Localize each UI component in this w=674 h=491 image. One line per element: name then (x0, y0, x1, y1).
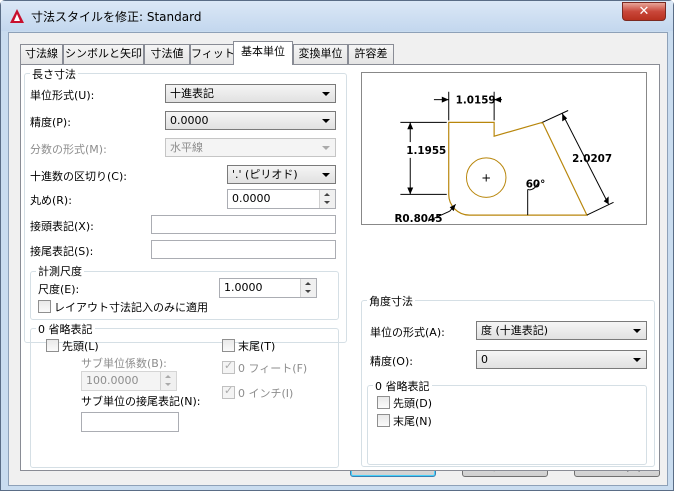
scale-factor-label: 尺度(E): (38, 283, 80, 296)
unit-format-select[interactable]: 十進表記 (165, 84, 336, 103)
window-title: 寸法スタイルを修正: Standard (31, 10, 202, 24)
zero-suppression-label: 0 省略表記 (36, 321, 95, 337)
tab-alternate-units[interactable]: 変換単位 (293, 44, 348, 64)
arrow-down-icon (324, 201, 330, 204)
center-mark: + (481, 171, 491, 185)
layout-only-label: レイアウト寸法記入のみに適用 (54, 301, 208, 314)
chevron-down-icon (633, 329, 641, 333)
scale-factor-spinner[interactable]: 1.0000 (219, 278, 317, 298)
leading-zero-checkbox[interactable] (46, 339, 59, 352)
dim-right-text: 2.0207 (572, 153, 612, 165)
spinner-arrows[interactable] (300, 279, 316, 297)
chevron-down-icon (322, 92, 330, 96)
tab-text[interactable]: 寸法値 (144, 44, 190, 64)
trailing-zero-label: 末尾(T) (238, 340, 276, 353)
tab-primary-units[interactable]: 基本単位 (233, 41, 293, 65)
zero-feet-checkbox[interactable]: ✓ (222, 359, 235, 374)
chevron-down-icon (322, 173, 330, 177)
dialog-client: 寸法線 シンボルと矢印 寸法値 フィット 基本単位 変換単位 許容差 長さ寸法 … (8, 32, 668, 486)
zero-inches-label: 0 インチ(I) (238, 387, 294, 400)
arrow-up-icon (324, 193, 330, 196)
sub-unit-suffix-label: サブ単位の接尾表記(N): (81, 395, 201, 408)
angle-precision-label: 精度(O): (370, 355, 413, 368)
chevron-down-icon (633, 358, 641, 362)
checkmark-icon: ✓ (224, 359, 234, 372)
angular-dimensions-label: 角度寸法 (367, 293, 415, 309)
angular-zero-suppression-label: 0 省略表記 (373, 378, 432, 394)
tab-dimension-lines[interactable]: 寸法線 (20, 44, 63, 64)
title-bar: 寸法スタイルを修正: Standard ✕ (1, 1, 673, 31)
preview-geometry (448, 121, 588, 216)
radius-text: R0.8045 (394, 213, 442, 225)
sub-units-factor-label: サブ単位係数(B): (81, 357, 167, 370)
zero-inches-checkbox[interactable]: ✓ (222, 384, 235, 399)
arrow-down-icon (165, 383, 171, 386)
arrow-up-icon (305, 282, 311, 285)
tab-symbols-arrows[interactable]: シンボルと矢印 (63, 44, 144, 64)
angular-leading-checkbox[interactable] (377, 396, 390, 409)
trailing-zero-checkbox[interactable] (222, 339, 235, 352)
tab-fit[interactable]: フィット (190, 44, 235, 64)
suffix-label: 接尾表記(S): (30, 245, 94, 258)
primary-units-panel: 長さ寸法 単位形式(U): 十進表記 精度(P): 0.0000 分数の形式(M… (20, 64, 660, 471)
arrow-up-icon (165, 375, 171, 378)
sub-unit-suffix-input[interactable] (81, 412, 179, 432)
angle-precision-select[interactable]: 0 (476, 350, 647, 369)
angular-trailing-checkbox[interactable] (377, 414, 390, 427)
angle-text: 60° (526, 178, 546, 190)
spinner-arrows[interactable] (319, 190, 335, 208)
round-off-label: 丸め(R): (30, 194, 72, 207)
layout-only-checkbox[interactable] (38, 300, 51, 313)
fraction-format-select[interactable]: 水平線 (165, 138, 336, 157)
tab-tolerances[interactable]: 許容差 (348, 44, 394, 64)
arrow-down-icon (305, 290, 311, 293)
dialog-window: 寸法スタイルを修正: Standard ✕ 寸法線 シンボルと矢印 寸法値 フィ… (0, 0, 674, 491)
precision-select[interactable]: 0.0000 (165, 111, 336, 130)
dim-left-text: 1.1955 (406, 145, 446, 157)
angular-leading-label: 先頭(D) (393, 397, 433, 410)
suffix-input[interactable] (151, 240, 336, 259)
zero-feet-label: 0 フィート(F) (238, 362, 308, 375)
chevron-down-icon (322, 119, 330, 123)
round-off-spinner[interactable]: 0.0000 (227, 189, 336, 209)
prefix-input[interactable] (151, 215, 336, 234)
leading-zero-label: 先頭(L) (62, 340, 99, 353)
linear-dimensions-label: 長さ寸法 (30, 66, 78, 82)
decimal-separator-label: 十進数の区切り(C): (30, 170, 127, 183)
close-button[interactable]: ✕ (622, 2, 666, 21)
spinner-arrows[interactable] (160, 372, 176, 390)
angular-trailing-label: 末尾(N) (393, 415, 432, 428)
precision-label: 精度(P): (30, 116, 71, 129)
chevron-down-icon (322, 146, 330, 150)
dimension-preview: + 1.0159 1.1955 2.0207 60° R0.8045 (361, 72, 647, 225)
autocad-app-icon (10, 9, 24, 23)
dim-top-text: 1.0159 (456, 95, 496, 107)
prefix-label: 接頭表記(X): (30, 220, 94, 233)
angle-format-label: 単位の形式(A): (370, 326, 445, 339)
fraction-format-label: 分数の形式(M): (30, 143, 107, 156)
sub-units-factor-spinner[interactable]: 100.0000 (81, 371, 177, 391)
decimal-separator-select[interactable]: '.' (ピリオド) (227, 165, 336, 184)
unit-format-label: 単位形式(U): (30, 89, 95, 102)
angle-format-select[interactable]: 度 (十進表記) (476, 321, 647, 340)
checkmark-icon: ✓ (224, 384, 234, 397)
measurement-scale-label: 計測尺度 (36, 263, 84, 279)
